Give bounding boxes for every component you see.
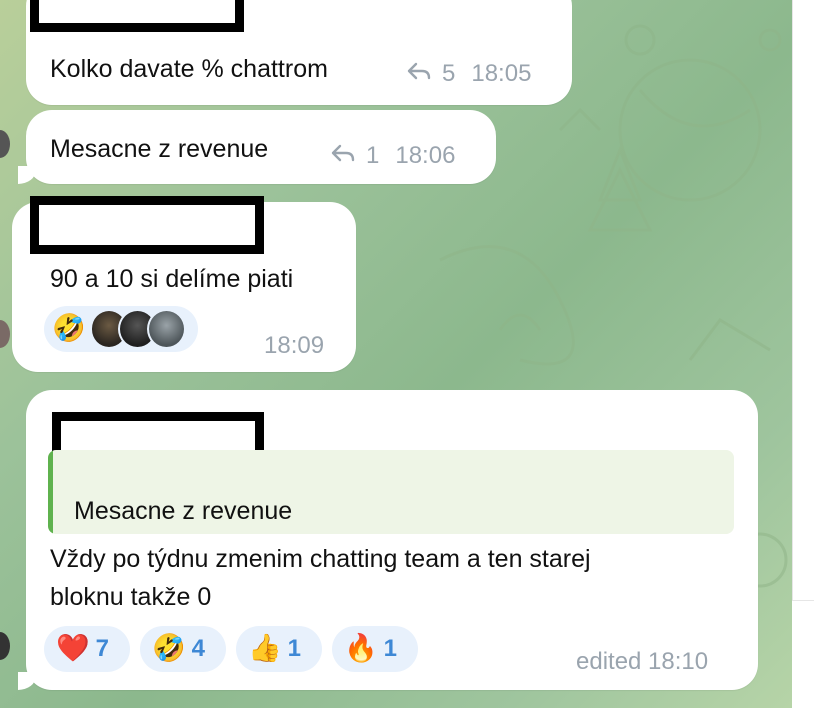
reaction-laugh[interactable]: 🤣 4 — [140, 626, 226, 672]
message-text: Kolko davate % chattrom — [50, 55, 328, 83]
message-time: edited 18:10 — [576, 648, 709, 675]
reaction-count: 1 — [383, 635, 397, 662]
bubble-tail — [18, 672, 36, 690]
message-bubble[interactable]: Mesacne z revenue Vždy po týdnu zmenim c… — [18, 390, 758, 690]
reaction-chip[interactable]: 🤣 — [44, 306, 198, 352]
redacted-sender-name — [30, 196, 264, 254]
quoted-reply[interactable]: Mesacne z revenue — [48, 450, 734, 534]
reply-icon[interactable] — [330, 142, 356, 170]
reply-count[interactable]: 1 — [366, 142, 379, 170]
message-meta: edited 18:10 — [576, 648, 708, 676]
laughing-emoji-icon: 🤣 — [52, 313, 86, 344]
sender-avatar[interactable] — [0, 130, 10, 158]
message-time: 18:05 — [471, 60, 532, 87]
message-bubble[interactable]: Mesacne z revenue 1 18:06 — [18, 110, 496, 184]
reaction-thumbs-up[interactable]: 👍 1 — [236, 626, 322, 672]
redacted-sender-name — [30, 0, 244, 32]
message-text: 90 a 10 si delíme piati — [50, 265, 294, 293]
message-bubble[interactable]: 90 a 10 si delíme piati 🤣 18:09 — [12, 196, 356, 372]
message-meta: 1 18:06 — [330, 142, 455, 170]
reply-count[interactable]: 5 — [442, 60, 455, 88]
fire-emoji-icon: 🔥 — [344, 633, 378, 664]
reaction-fire[interactable]: 🔥 1 — [332, 626, 418, 672]
message-bubble[interactable]: Kolko davate % chattrom 5 18:05 — [26, 0, 572, 105]
reply-icon[interactable] — [406, 60, 432, 88]
message-text: Mesacne z revenue — [50, 135, 269, 163]
message-meta: 5 18:05 — [406, 60, 531, 88]
message-meta: 18:09 — [264, 332, 324, 360]
thumbs-up-emoji-icon: 👍 — [248, 633, 282, 664]
sender-avatar[interactable] — [0, 320, 10, 348]
quote-text: Mesacne z revenue — [74, 497, 293, 525]
reactor-avatar — [147, 309, 187, 349]
laughing-emoji-icon: 🤣 — [152, 633, 186, 664]
heart-emoji-icon: ❤️ — [56, 633, 90, 664]
message-time: 18:09 — [264, 332, 325, 359]
message-time: 18:06 — [395, 142, 456, 169]
reaction-count: 7 — [95, 635, 109, 662]
sender-avatar[interactable] — [0, 632, 10, 660]
message-text-line: Vždy po týdnu zmenim chatting team a ten… — [50, 545, 591, 573]
reaction-heart[interactable]: ❤️ 7 — [44, 626, 130, 672]
message-text-line: bloknu takže 0 — [50, 583, 212, 611]
right-panel-edge — [792, 0, 814, 708]
reaction-count: 1 — [287, 635, 301, 662]
quote-accent-bar — [48, 450, 53, 534]
bubble-tail — [18, 166, 36, 184]
reaction-count: 4 — [191, 635, 205, 662]
